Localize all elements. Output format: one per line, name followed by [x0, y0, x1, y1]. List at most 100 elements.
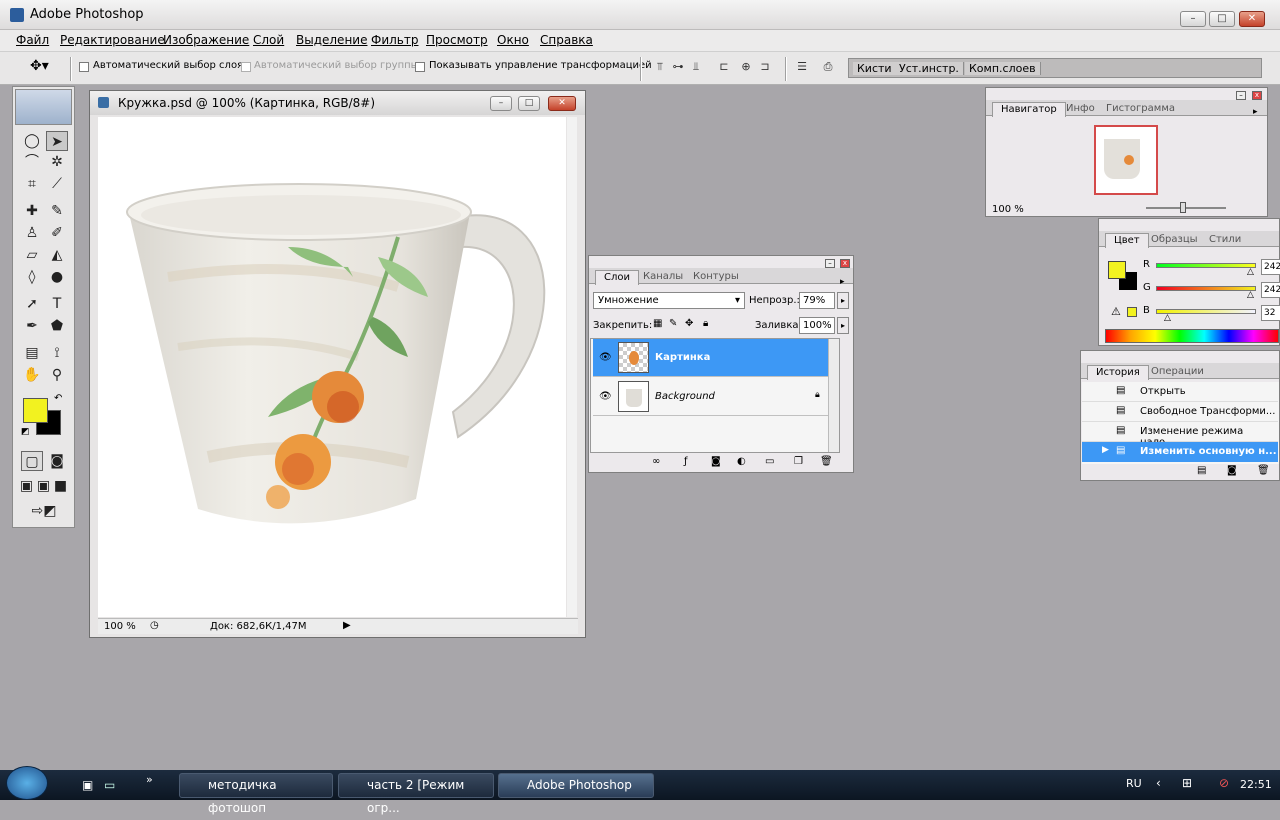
tray-network-icon[interactable]: ⊞ [1182, 776, 1192, 790]
maximize-button[interactable]: □ [1209, 11, 1235, 27]
task-folder[interactable]: методичка фотошоп [179, 773, 333, 815]
auto-select-group-checkbox[interactable] [241, 62, 251, 72]
tray-volume-icon[interactable]: ⊘ [1219, 776, 1229, 790]
burn-tool-icon[interactable]: ● [46, 267, 68, 287]
tray-arrow-icon[interactable]: ‹ [1156, 776, 1161, 790]
adjustment-layer-icon[interactable]: ◐ [737, 456, 746, 467]
navigator-preview[interactable] [1094, 125, 1158, 195]
history-item-selected[interactable]: ▶ ▤ Изменить основную н... [1082, 442, 1278, 462]
default-colors-icon[interactable]: ◩ [21, 427, 30, 437]
well-tab-layer-comps[interactable]: Комп.слоев [965, 62, 1041, 75]
align-bottom-icon[interactable]: ⫫ [689, 60, 703, 74]
zoom-slider-thumb[interactable] [1180, 202, 1186, 213]
opacity-input[interactable]: 79% [799, 292, 835, 309]
menu-image[interactable]: Изображение [163, 33, 249, 47]
lock-all-icon[interactable]: 🔒︎ [703, 318, 708, 329]
task-word[interactable]: часть 2 [Режим огр... [338, 773, 494, 815]
lock-move-icon[interactable]: ✥ [685, 318, 693, 329]
visibility-eye-icon[interactable]: 👁︎ [599, 352, 612, 363]
shape-tool-icon[interactable]: ⬟ [46, 316, 68, 336]
marquee-tool-icon[interactable]: ◯ [21, 131, 43, 151]
channel-slider[interactable] [1156, 309, 1256, 314]
start-button[interactable] [6, 766, 48, 800]
new-layer-icon[interactable]: ❐ [794, 456, 803, 467]
screen-mode-menu-icon[interactable]: ▣ [35, 476, 52, 496]
menu-select[interactable]: Выделение [296, 33, 367, 47]
clone-stamp-icon[interactable]: ♙ [21, 223, 43, 243]
new-group-icon[interactable]: ▭ [765, 456, 774, 467]
swap-colors-icon[interactable]: ↶ [54, 393, 62, 404]
history-item[interactable]: ▤ Изменение режима нало... [1082, 422, 1278, 448]
document-maximize-button[interactable]: □ [518, 96, 540, 111]
layer-name[interactable]: Background [655, 391, 715, 402]
history-item[interactable]: ▤ Свободное Трансформи... [1082, 402, 1278, 422]
layer-row-background[interactable]: 👁︎ Background 🔒︎ [593, 378, 839, 416]
channel-value-input[interactable]: 242 [1261, 259, 1280, 275]
lasso-tool-icon[interactable]: ⌒ [21, 152, 43, 172]
distribute-icon[interactable]: ☰ [795, 60, 809, 74]
type-tool-icon[interactable]: T [46, 294, 68, 314]
show-desktop-icon[interactable]: ▣ [82, 778, 93, 792]
layer-name[interactable]: Картинка [655, 352, 710, 363]
tab-info[interactable]: Инфо [1058, 102, 1103, 117]
tab-layers[interactable]: Слои [595, 270, 639, 285]
menu-filter[interactable]: Фильтр [371, 33, 418, 47]
tab-actions[interactable]: Операции [1143, 365, 1212, 380]
lock-transparency-icon[interactable]: ▦ [653, 318, 662, 329]
tab-history[interactable]: История [1087, 365, 1149, 380]
align-hcenter-icon[interactable]: ⊕ [739, 60, 753, 74]
blur-tool-icon[interactable]: ◊ [21, 267, 43, 287]
tab-histogram[interactable]: Гистограмма [1098, 102, 1183, 117]
task-photoshop[interactable]: Adobe Photoshop [498, 773, 654, 798]
magic-wand-icon[interactable]: ✲ [46, 152, 68, 172]
visibility-eye-icon[interactable]: 👁︎ [599, 391, 612, 402]
quick-launch-icon[interactable]: ▭ [104, 778, 115, 792]
layers-scrollbar[interactable] [828, 339, 839, 452]
gamut-swatch[interactable] [1127, 307, 1137, 317]
channel-slider[interactable] [1156, 286, 1256, 291]
vertical-scrollbar[interactable] [567, 117, 577, 617]
notes-tool-icon[interactable]: ▤ [21, 343, 43, 363]
layer-style-icon[interactable]: ƒ [684, 456, 688, 467]
zoom-level[interactable]: 100 % [104, 621, 136, 632]
crop-tool-icon[interactable]: ⌗ [21, 174, 43, 194]
screen-mode-standard-icon[interactable]: ▣ [18, 476, 35, 496]
close-button[interactable]: ✕ [1239, 11, 1265, 27]
layers-minimize-icon[interactable]: – [825, 259, 835, 268]
tab-styles[interactable]: Стили [1201, 233, 1249, 248]
show-transform-checkbox[interactable] [415, 62, 425, 72]
file-browser-icon[interactable]: ⎙ [818, 60, 838, 74]
tab-channels[interactable]: Каналы [635, 270, 691, 285]
channel-value-input[interactable]: 242 [1261, 282, 1280, 298]
eraser-tool-icon[interactable]: ▱ [21, 245, 43, 265]
align-left-icon[interactable]: ⊏ [717, 60, 731, 74]
menu-layer[interactable]: Слой [253, 33, 284, 47]
history-snapshot-icon[interactable]: ◙ [1227, 465, 1237, 476]
menu-file[interactable]: Файл [16, 33, 49, 47]
link-layers-icon[interactable]: ∞ [652, 456, 660, 467]
well-tab-brushes[interactable]: Кисти [853, 62, 897, 75]
opacity-arrow-icon[interactable]: ▸ [837, 292, 849, 309]
history-new-document-icon[interactable]: ▤ [1197, 465, 1206, 476]
menu-edit[interactable]: Редактирование [60, 33, 165, 47]
healing-brush-icon[interactable]: ✚ [21, 201, 43, 221]
fill-input[interactable]: 100% [799, 317, 835, 334]
screen-mode-full-icon[interactable]: ■ [52, 476, 69, 496]
layer-row-kartinka[interactable]: 👁︎ Картинка [593, 339, 839, 377]
image-canvas[interactable] [98, 117, 566, 617]
channel-slider[interactable] [1156, 263, 1256, 268]
layers-close-icon[interactable]: x [840, 259, 850, 268]
tab-paths[interactable]: Контуры [685, 270, 747, 285]
history-delete-icon[interactable]: 🗑︎ [1257, 465, 1270, 476]
jump-to-imageready-icon[interactable]: ⇨◩ [21, 501, 67, 521]
move-tool-icon[interactable]: ✥▾ [30, 58, 60, 78]
fill-arrow-icon[interactable]: ▸ [837, 317, 849, 334]
gamut-warning-icon[interactable]: ⚠ [1111, 305, 1121, 318]
auto-select-layer-checkbox[interactable] [79, 62, 89, 72]
brush-tool-icon[interactable]: ✎ [46, 201, 68, 221]
channel-slider-thumb-icon[interactable]: △ [1247, 267, 1254, 277]
move-tool-icon[interactable]: ➤ [46, 131, 68, 151]
tab-swatches[interactable]: Образцы [1143, 233, 1206, 248]
channel-slider-thumb-icon[interactable]: △ [1164, 313, 1171, 323]
navigator-zoom-slider[interactable] [1146, 207, 1226, 209]
